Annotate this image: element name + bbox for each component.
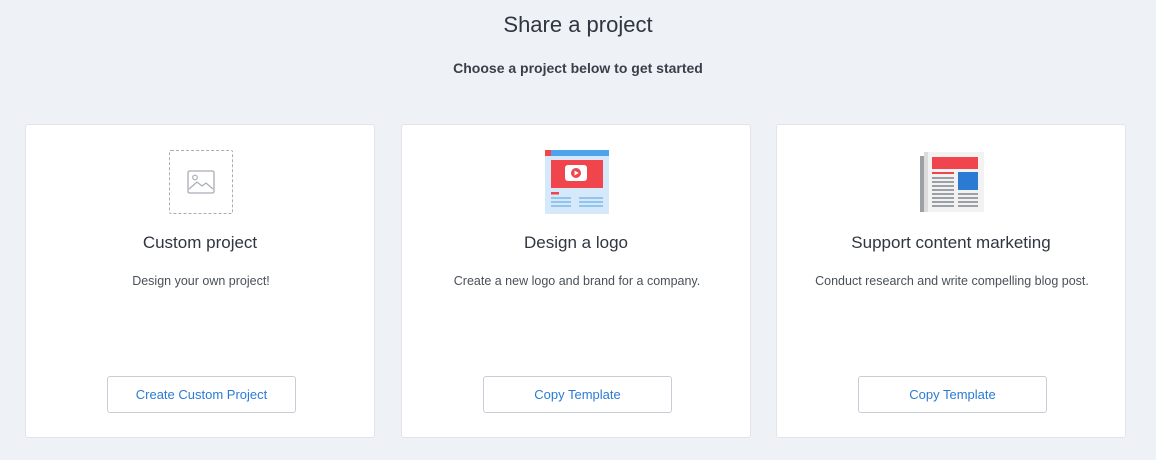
card-description: Create a new logo and brand for a compan… [453, 274, 701, 288]
video-webpage-icon [545, 150, 609, 214]
project-card-logo: Design a logo Create a new logo and bran… [401, 124, 751, 438]
card-title: Support content marketing [851, 233, 1051, 252]
card-description: Conduct research and write compelling bl… [815, 274, 1089, 288]
card-title: Design a logo [524, 233, 628, 252]
copy-template-button[interactable]: Copy Template [858, 376, 1047, 413]
project-card-custom: Custom project Design your own project! … [25, 124, 375, 438]
card-title: Custom project [142, 233, 258, 252]
card-description: Design your own project! [132, 274, 270, 288]
image-placeholder-icon [169, 150, 233, 214]
page-subtitle: Choose a project below to get started [453, 60, 703, 76]
page-title: Share a project [503, 12, 653, 37]
copy-template-button[interactable]: Copy Template [483, 376, 672, 413]
newspaper-icon [920, 150, 984, 214]
create-custom-project-button[interactable]: Create Custom Project [107, 376, 296, 413]
project-card-content-marketing: Support content marketing Conduct resear… [776, 124, 1126, 438]
